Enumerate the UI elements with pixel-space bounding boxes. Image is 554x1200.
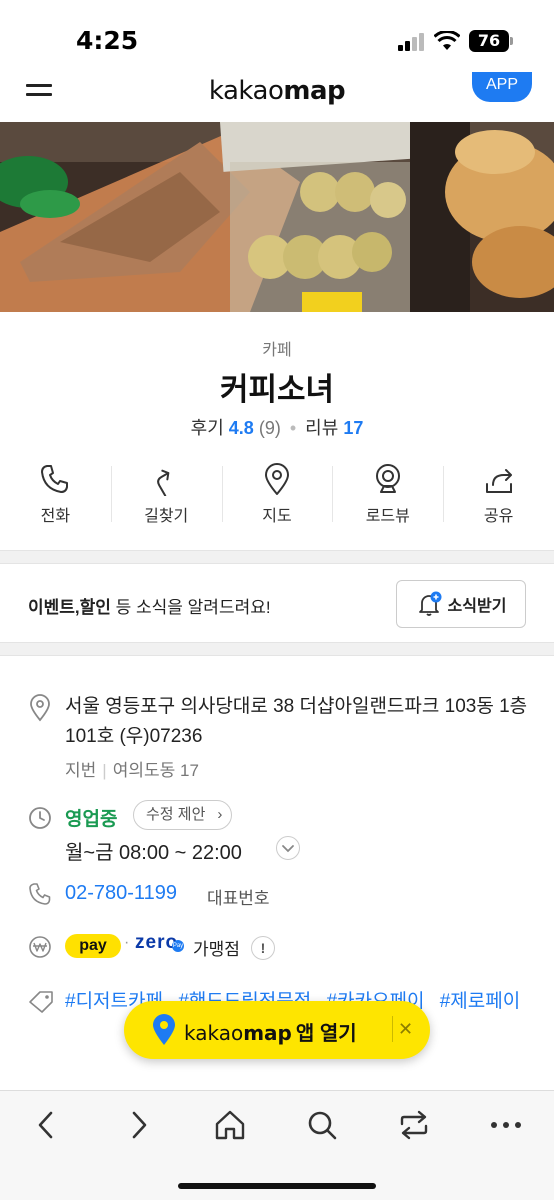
info-icon[interactable]: ! bbox=[251, 936, 275, 960]
more-dots-icon bbox=[491, 1122, 521, 1128]
search-icon bbox=[308, 1111, 337, 1140]
open-status: 영업중 bbox=[65, 809, 118, 830]
roadview-icon bbox=[375, 464, 400, 493]
subscribe-button[interactable]: 소식받기 bbox=[396, 580, 526, 628]
share-action[interactable]: 공유 bbox=[443, 458, 554, 530]
back-button[interactable] bbox=[24, 1105, 68, 1145]
won-currency-icon bbox=[29, 936, 51, 958]
battery-cap bbox=[510, 37, 513, 45]
home-indicator bbox=[178, 1183, 376, 1189]
search-button[interactable] bbox=[300, 1105, 344, 1145]
news-text: 이벤트,할인 등 소식을 알려드려요! bbox=[28, 598, 271, 617]
place-photo-image bbox=[0, 122, 554, 312]
more-button[interactable] bbox=[484, 1105, 528, 1145]
browser-toolbar bbox=[0, 1090, 554, 1200]
separator-dot: · bbox=[124, 934, 130, 951]
directions-icon bbox=[157, 469, 170, 496]
close-icon[interactable]: ✕ bbox=[392, 1016, 418, 1042]
chevron-right-icon: › bbox=[217, 806, 223, 823]
phone-icon bbox=[41, 465, 69, 493]
address-text[interactable]: 서울 영등포구 의사당대로 38 더샵아일랜드파크 103동 1층 101호 (… bbox=[65, 692, 535, 752]
roadview-action[interactable]: 로드뷰 bbox=[332, 458, 443, 530]
phone-icon bbox=[29, 883, 51, 905]
lot-label: 지번 bbox=[65, 761, 97, 780]
lot-address: 지번 | 여의도동 17 bbox=[65, 761, 199, 780]
phone-label: 대표번호 bbox=[207, 889, 270, 908]
map-action[interactable]: 지도 bbox=[221, 458, 333, 530]
bell-plus-icon bbox=[418, 591, 442, 616]
rating-label: 후기 bbox=[190, 418, 224, 438]
home-button[interactable] bbox=[208, 1105, 252, 1145]
action-label: 로드뷰 bbox=[365, 508, 410, 525]
open-kakaomap-app-button[interactable]: kakaomap 앱 열기 ✕ bbox=[124, 1001, 430, 1059]
phone-number[interactable]: 02-780-1199 bbox=[65, 882, 177, 905]
suggest-edit-label: 수정 제안 bbox=[146, 806, 206, 823]
clock-icon bbox=[29, 807, 51, 829]
affiliate-label: 가맹점 bbox=[193, 940, 240, 959]
home-icon bbox=[215, 1110, 245, 1140]
hours-expand-button[interactable] bbox=[276, 836, 300, 860]
cellular-signal-icon bbox=[398, 33, 424, 51]
action-bar: 전화 길찾기 지도 로드뷰 공유 bbox=[0, 458, 554, 530]
rating-value[interactable]: 4.8 bbox=[229, 418, 254, 438]
place-category: 카페 bbox=[262, 342, 292, 359]
wifi-icon bbox=[434, 31, 460, 50]
review-count[interactable]: 17 bbox=[343, 418, 363, 438]
rating-summary: 후기 4.8 (9) • 리뷰 17 bbox=[0, 414, 554, 440]
suggest-edit-button[interactable]: 수정 제안 › bbox=[133, 800, 233, 830]
section-divider bbox=[0, 642, 554, 656]
tag-icon bbox=[29, 991, 53, 1013]
call-action[interactable]: 전화 bbox=[0, 458, 111, 530]
battery-indicator: 76 bbox=[469, 30, 509, 52]
rating-count: (9) bbox=[258, 418, 281, 438]
business-hours: 월~금 08:00 ~ 22:00 bbox=[65, 842, 242, 864]
place-photo[interactable] bbox=[0, 122, 554, 312]
chevron-left-icon bbox=[38, 1111, 53, 1139]
open-app-label: kakaomap 앱 열기 bbox=[184, 1021, 357, 1045]
share-icon bbox=[485, 469, 512, 493]
tabs-button[interactable] bbox=[392, 1105, 436, 1145]
directions-action[interactable]: 길찾기 bbox=[110, 458, 222, 530]
kakaomap-logo[interactable]: kakaomap bbox=[0, 76, 554, 106]
chevron-down-icon bbox=[282, 845, 294, 853]
action-label: 지도 bbox=[262, 508, 292, 525]
lot-address-value: 여의도동 17 bbox=[112, 761, 199, 780]
tag-item[interactable]: #제로페이 bbox=[440, 991, 521, 1012]
news-banner: 이벤트,할인 등 소식을 알려드려요! 소식받기 bbox=[0, 568, 554, 642]
action-label: 전화 bbox=[40, 508, 71, 525]
status-bar: 4:25 76 bbox=[0, 0, 554, 72]
review-label: 리뷰 bbox=[305, 418, 339, 438]
place-name: 커피소녀 bbox=[219, 372, 335, 407]
action-label: 길찾기 bbox=[144, 508, 189, 525]
map-pin-icon bbox=[153, 1014, 175, 1045]
switch-arrows-icon bbox=[400, 1110, 428, 1140]
app-header: kakaomap APP bbox=[0, 72, 554, 122]
section-divider bbox=[0, 550, 554, 564]
open-app-header-button[interactable]: APP bbox=[472, 72, 532, 102]
separator-dot: • bbox=[289, 418, 297, 438]
subscribe-label: 소식받기 bbox=[447, 598, 507, 615]
status-time: 4:25 bbox=[76, 26, 139, 55]
kakaopay-badge: pay bbox=[65, 934, 121, 958]
zeropay-mark: Pay bbox=[172, 940, 184, 952]
forward-button[interactable] bbox=[117, 1105, 161, 1145]
action-label: 공유 bbox=[483, 508, 514, 525]
map-pin-icon bbox=[264, 463, 289, 495]
location-pin-icon bbox=[30, 694, 50, 722]
chevron-right-icon bbox=[132, 1111, 147, 1139]
